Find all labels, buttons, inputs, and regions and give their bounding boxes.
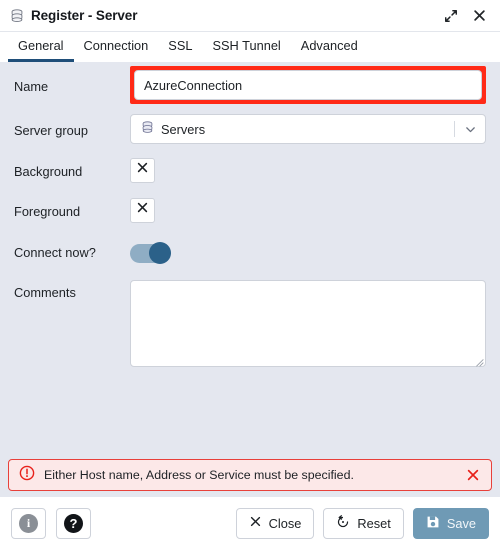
connect-now-toggle[interactable] (130, 244, 170, 263)
x-icon (249, 515, 262, 531)
alert-circle-icon (19, 465, 35, 486)
tab-general-label: General (18, 38, 64, 53)
name-label: Name (14, 75, 130, 95)
notification-close-icon[interactable] (465, 467, 481, 483)
background-clear-button[interactable] (130, 158, 155, 183)
comments-control (130, 280, 486, 367)
help-button[interactable]: ? (56, 508, 91, 539)
reset-button-label: Reset (357, 516, 390, 531)
maximize-icon[interactable] (443, 8, 458, 23)
error-notification: Either Host name, Address or Service mus… (8, 459, 492, 491)
tab-advanced[interactable]: Advanced (291, 32, 368, 62)
reset-icon (336, 515, 350, 532)
server-group-value-wrap: Servers (141, 121, 454, 137)
title-bar-left: Register - Server (10, 8, 443, 23)
close-button[interactable]: Close (236, 508, 315, 539)
connect-now-label: Connect now? (14, 245, 130, 261)
notification-area: Either Host name, Address or Service mus… (0, 453, 500, 497)
tab-general[interactable]: General (8, 32, 74, 62)
save-disk-icon (426, 515, 440, 532)
foreground-label: Foreground (14, 200, 130, 220)
general-tab-panel: Name Server group (0, 62, 500, 453)
tab-advanced-label: Advanced (301, 38, 358, 53)
field-row-name: Name (0, 62, 500, 108)
close-button-label: Close (269, 516, 302, 531)
footer-right-actions: Close Reset (236, 508, 489, 539)
close-icon[interactable] (472, 8, 487, 23)
info-icon: i (19, 514, 38, 533)
tab-bar: General Connection SSL SSH Tunnel Advanc… (0, 32, 500, 62)
server-stack-icon (141, 121, 154, 137)
name-input[interactable] (134, 70, 482, 100)
field-row-comments: Comments (0, 276, 500, 367)
field-row-server-group: Server group Servers (0, 108, 500, 150)
tab-ssl[interactable]: SSL (158, 32, 202, 62)
toggle-knob (149, 242, 171, 264)
background-label: Background (14, 160, 130, 180)
tab-ssh-tunnel-label: SSH Tunnel (212, 38, 280, 53)
name-control (130, 66, 486, 104)
server-group-control: Servers (130, 114, 486, 144)
window-title: Register - Server (31, 8, 137, 23)
field-row-foreground: Foreground (0, 190, 500, 230)
tab-ssl-label: SSL (168, 38, 192, 53)
foreground-control (130, 198, 486, 223)
tab-connection[interactable]: Connection (74, 32, 159, 62)
server-stack-icon (10, 9, 24, 23)
x-icon (136, 161, 149, 179)
title-bar-actions (443, 8, 490, 23)
connect-now-control (130, 244, 486, 263)
background-control (130, 158, 486, 183)
field-row-connect-now: Connect now? (0, 230, 500, 276)
comments-label: Comments (14, 280, 130, 301)
comments-wrapper (130, 280, 486, 367)
title-bar: Register - Server (0, 0, 500, 32)
info-button[interactable]: i (11, 508, 46, 539)
tab-connection-label: Connection (84, 38, 149, 53)
server-group-label: Server group (14, 119, 130, 139)
foreground-clear-button[interactable] (130, 198, 155, 223)
x-icon (136, 201, 149, 219)
chevron-down-icon[interactable] (455, 123, 485, 136)
dialog-footer: i ? Close (0, 497, 500, 549)
field-row-background: Background (0, 150, 500, 190)
footer-left-actions: i ? (11, 508, 91, 539)
error-message: Either Host name, Address or Service mus… (44, 468, 456, 482)
register-server-dialog: Register - Server General Connection (0, 0, 500, 549)
server-group-select[interactable]: Servers (130, 114, 486, 144)
question-mark-icon: ? (64, 514, 83, 533)
save-button-label: Save (447, 516, 476, 531)
comments-textarea[interactable] (130, 280, 486, 367)
tab-ssh-tunnel[interactable]: SSH Tunnel (202, 32, 290, 62)
server-group-value: Servers (161, 122, 205, 137)
save-button[interactable]: Save (413, 508, 489, 539)
name-highlight-box (130, 66, 486, 104)
reset-button[interactable]: Reset (323, 508, 403, 539)
